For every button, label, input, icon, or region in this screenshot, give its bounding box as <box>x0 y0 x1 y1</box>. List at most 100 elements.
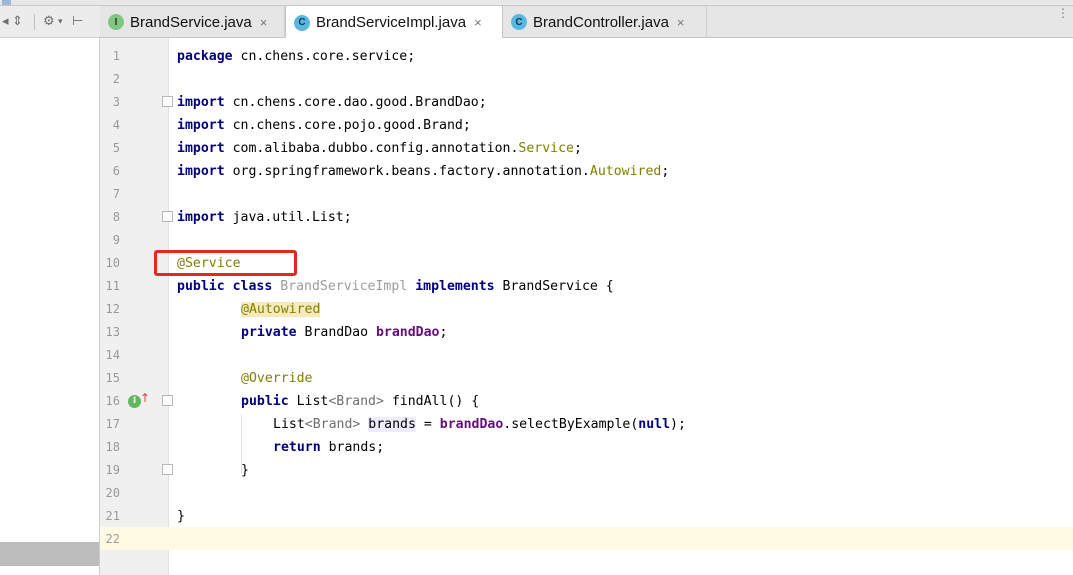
field-type: BrandDao <box>296 325 376 340</box>
generic-type: <Brand> <box>304 417 361 432</box>
collapse-all-icon[interactable]: ⇕ <box>12 14 23 30</box>
keyword: public class <box>177 279 273 294</box>
gear-icon[interactable]: ⚙ <box>43 14 55 30</box>
tab-brandcontroller[interactable]: C BrandController.java × <box>503 6 707 38</box>
close-icon[interactable]: × <box>260 15 268 30</box>
fold-marker-icon[interactable] <box>162 96 173 107</box>
semicolon: ; <box>573 141 582 156</box>
class-icon: C <box>511 14 527 30</box>
line-number: 9 <box>112 233 120 247</box>
method-signature: findAll() { <box>383 394 480 409</box>
assign-op: = <box>415 417 440 432</box>
code-line-13: private BrandDao brandDao; <box>241 321 447 344</box>
keyword: private <box>241 325 297 340</box>
class-name: BrandServiceImpl <box>272 279 416 294</box>
import-path: cn.chens.core.pojo.good.Brand; <box>224 118 471 133</box>
code-line-3: import cn.chens.core.dao.good.BrandDao; <box>177 91 487 114</box>
caret-row-highlight <box>100 527 1073 550</box>
line-number: 5 <box>112 141 120 155</box>
project-toolbar: ◂ ⇕ ⚙ ▾ ⊢ <box>0 6 100 38</box>
keyword: import <box>177 210 225 225</box>
keyword: package <box>177 49 233 64</box>
tab-brandserviceimpl[interactable]: C BrandServiceImpl.java × <box>285 6 503 39</box>
code-line-8: import java.util.List; <box>177 206 352 229</box>
code-line-5: import com.alibaba.dubbo.config.annotati… <box>177 137 582 160</box>
line-number: 21 <box>105 509 120 523</box>
field-name: brandDao <box>439 417 504 432</box>
line-number: 20 <box>105 486 120 500</box>
import-path: java.util.List; <box>224 210 352 225</box>
editor-tab-bar: I BrandService.java × C BrandServiceImpl… <box>100 6 1073 39</box>
line-number: 7 <box>112 187 120 201</box>
code-line-12: @Autowired <box>241 298 321 321</box>
chevron-down-icon[interactable]: ▾ <box>58 14 63 30</box>
keyword: return <box>273 440 321 455</box>
local-type: List <box>273 417 305 432</box>
override-annotation: @Override <box>241 371 313 386</box>
line-number: 22 <box>105 532 120 546</box>
line-number: 17 <box>105 417 120 431</box>
line-number: 3 <box>112 95 120 109</box>
code-line-11: public class BrandServiceImpl implements… <box>177 275 614 298</box>
return-value: brands; <box>320 440 385 455</box>
keyword: implements <box>415 279 495 294</box>
code-line-6: import org.springframework.beans.factory… <box>177 160 669 183</box>
tab-label: BrandServiceImpl.java <box>316 14 467 31</box>
override-arrow-icon[interactable]: ↑ <box>140 391 150 405</box>
code-line-15: @Override <box>241 367 312 390</box>
close-icon[interactable]: × <box>677 15 685 30</box>
code-line-19: } <box>241 459 249 482</box>
keyword: import <box>177 95 225 110</box>
tab-brandservice[interactable]: I BrandService.java × <box>100 6 285 38</box>
call-end: ); <box>670 417 686 432</box>
package-path: cn.chens.core.service; <box>232 49 416 64</box>
method-call: .selectByExample( <box>503 417 639 432</box>
keyword: import <box>177 118 225 133</box>
close-icon[interactable]: × <box>474 15 482 30</box>
folder-icon <box>2 0 11 5</box>
toolbar-divider <box>34 14 35 30</box>
hide-pane-icon[interactable]: ⊢ <box>72 14 83 30</box>
project-pane-scrollbar[interactable] <box>0 542 99 566</box>
keyword: null <box>638 417 671 432</box>
class-icon: C <box>294 14 310 31</box>
code-line-16: public List<Brand> findAll() { <box>241 390 479 413</box>
keyword: import <box>177 141 225 156</box>
semicolon: ; <box>439 325 448 340</box>
line-number: 19 <box>105 463 120 477</box>
line-number: 4 <box>112 118 120 132</box>
tab-label: BrandService.java <box>130 13 252 31</box>
tab-overflow-icon[interactable]: ⋮ <box>1057 6 1069 20</box>
line-number: 2 <box>112 72 120 86</box>
line-number: 14 <box>105 348 120 362</box>
scroll-from-source-icon[interactable]: ◂ <box>2 14 9 30</box>
line-number: 6 <box>112 164 120 178</box>
fold-marker-icon[interactable] <box>162 211 173 222</box>
local-variable: brands <box>368 417 416 432</box>
highlight-box <box>154 250 297 276</box>
keyword: public <box>241 394 289 409</box>
annotation-ref: Service <box>518 141 574 156</box>
interface-name: BrandService { <box>494 279 614 294</box>
generic-type: <Brand> <box>328 394 384 409</box>
closing-brace: } <box>241 463 249 478</box>
line-number: 13 <box>105 325 120 339</box>
keyword: import <box>177 164 225 179</box>
line-number: 1 <box>112 49 120 63</box>
semicolon: ; <box>661 164 670 179</box>
import-path: com.alibaba.dubbo.config.annotation. <box>224 141 519 156</box>
return-type: List <box>288 394 329 409</box>
tab-label: BrandController.java <box>533 13 669 31</box>
fold-marker-icon[interactable] <box>162 464 173 475</box>
code-line-17: List<Brand> brands = brandDao.selectByEx… <box>273 413 686 436</box>
line-number: 12 <box>105 302 120 316</box>
fold-marker-icon[interactable] <box>162 395 173 406</box>
line-number: 8 <box>112 210 120 224</box>
closing-brace: } <box>177 509 185 524</box>
code-line-21: } <box>177 505 185 528</box>
import-path: cn.chens.core.dao.good.BrandDao; <box>224 95 487 110</box>
import-path: org.springframework.beans.factory.annota… <box>224 164 590 179</box>
code-line-4: import cn.chens.core.pojo.good.Brand; <box>177 114 471 137</box>
annotation-ref: Autowired <box>589 164 662 179</box>
project-pane: ◂ ⇕ ⚙ ▾ ⊢ <box>0 6 100 575</box>
